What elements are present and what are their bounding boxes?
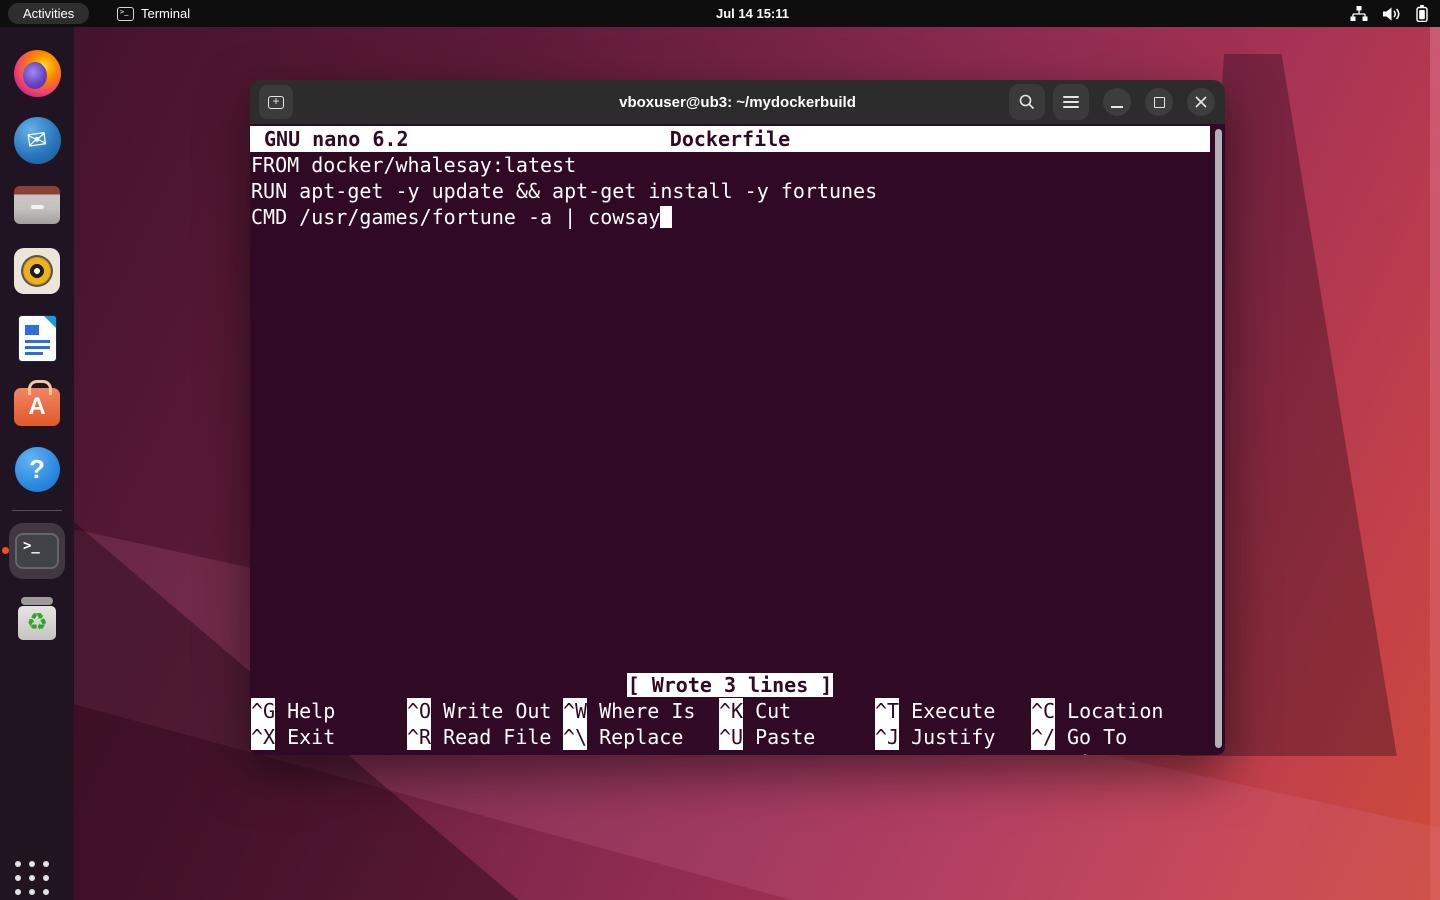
nano-shortcuts-row2: ^XExit ^RRead File ^\Replace ^UPaste ^JJ… <box>251 724 1211 750</box>
shortcut-write-out: ^OWrite Out <box>407 698 563 724</box>
battery-icon <box>1416 5 1428 22</box>
hamburger-icon <box>1063 96 1079 108</box>
shortcut-execute: ^TExecute <box>875 698 1031 724</box>
terminal-app-icon <box>117 7 134 21</box>
activities-button[interactable]: Activities <box>8 3 89 24</box>
maximize-button[interactable] <box>1145 88 1173 116</box>
trash-icon: ♻ <box>16 595 58 641</box>
show-applications-button[interactable] <box>15 861 49 895</box>
shortcut-read-file: ^RRead File <box>407 724 563 750</box>
shortcut-where-is: ^WWhere Is <box>563 698 719 724</box>
activities-label: Activities <box>23 6 74 21</box>
focused-app-label: Terminal <box>141 6 190 21</box>
top-bar: Activities Terminal Jul 14 15:11 <box>0 0 1440 27</box>
system-status-area[interactable] <box>1350 0 1428 27</box>
menu-button[interactable] <box>1053 84 1089 120</box>
shortcut-paste: ^UPaste <box>719 724 875 750</box>
clock-label: Jul 14 15:11 <box>716 6 789 21</box>
help-icon: ? <box>15 447 60 492</box>
focused-app-menu[interactable]: Terminal <box>117 0 190 27</box>
close-button[interactable] <box>1187 88 1215 116</box>
shortcut-location: ^CLocation <box>1031 698 1187 724</box>
shortcut-replace: ^\Replace <box>563 724 719 750</box>
buffer-line: CMD /usr/games/fortune -a | cowsay <box>251 204 672 230</box>
minimize-icon <box>1111 106 1123 108</box>
dock-item-terminal[interactable] <box>9 523 65 579</box>
shortcut-go-to-line: ^/Go To Line <box>1031 724 1187 750</box>
nano-statusbar: [ Wrote 3 lines ] <box>250 672 1210 698</box>
nano-titlebar: GNU nano 6.2 Dockerfile <box>250 126 1210 152</box>
clock-button[interactable]: Jul 14 15:11 <box>716 0 789 27</box>
nano-editor-area[interactable]: GNU nano 6.2 Dockerfile FROM docker/whal… <box>250 124 1225 755</box>
dock: A ? ♻ <box>0 27 74 900</box>
rhythmbox-icon <box>14 248 60 294</box>
close-icon <box>1194 95 1208 109</box>
thunderbird-icon <box>14 117 61 164</box>
dock-item-libreoffice-writer[interactable] <box>9 310 65 366</box>
running-indicator-dot <box>2 547 9 554</box>
terminal-window: vboxuser@ub3: ~/mydockerbuild <box>250 80 1225 755</box>
shortcut-justify: ^JJustify <box>875 724 1031 750</box>
dock-item-trash[interactable]: ♻ <box>9 590 65 646</box>
dock-item-ubuntu-software[interactable]: A <box>9 375 65 431</box>
desktop: Activities Terminal Jul 14 15:11 <box>0 0 1440 900</box>
minimize-button[interactable] <box>1103 88 1131 116</box>
ubuntu-software-icon: A <box>14 388 60 426</box>
dock-item-rhythmbox[interactable] <box>9 243 65 299</box>
search-icon <box>1018 93 1036 111</box>
terminal-scrollbar[interactable] <box>1215 129 1222 748</box>
dock-item-firefox[interactable] <box>9 45 65 101</box>
dock-divider <box>12 510 62 511</box>
firefox-icon <box>14 50 61 97</box>
maximize-icon <box>1154 97 1165 108</box>
dock-item-files[interactable] <box>9 177 65 233</box>
window-titlebar[interactable]: vboxuser@ub3: ~/mydockerbuild <box>250 80 1225 124</box>
terminal-icon <box>15 533 59 569</box>
wallpaper-facet <box>1430 0 1440 900</box>
volume-icon <box>1383 6 1401 22</box>
status-message: [ Wrote 3 lines ] <box>627 673 834 697</box>
buffer-line: FROM docker/whalesay:latest <box>251 152 576 178</box>
shortcut-help: ^GHelp <box>251 698 407 724</box>
files-icon <box>14 186 60 224</box>
dock-item-thunderbird[interactable] <box>9 112 65 168</box>
nano-shortcuts-row1: ^GHelp ^OWrite Out ^WWhere Is ^KCut ^TEx… <box>251 698 1211 724</box>
libreoffice-writer-icon <box>19 316 56 361</box>
text-cursor <box>660 206 672 228</box>
nano-filename-label: Dockerfile <box>250 126 1210 152</box>
network-icon <box>1350 6 1368 21</box>
shortcut-cut: ^KCut <box>719 698 875 724</box>
buffer-line: RUN apt-get -y update && apt-get install… <box>251 178 877 204</box>
search-button[interactable] <box>1009 84 1045 120</box>
dock-item-help[interactable]: ? <box>9 441 65 497</box>
shortcut-exit: ^XExit <box>251 724 407 750</box>
